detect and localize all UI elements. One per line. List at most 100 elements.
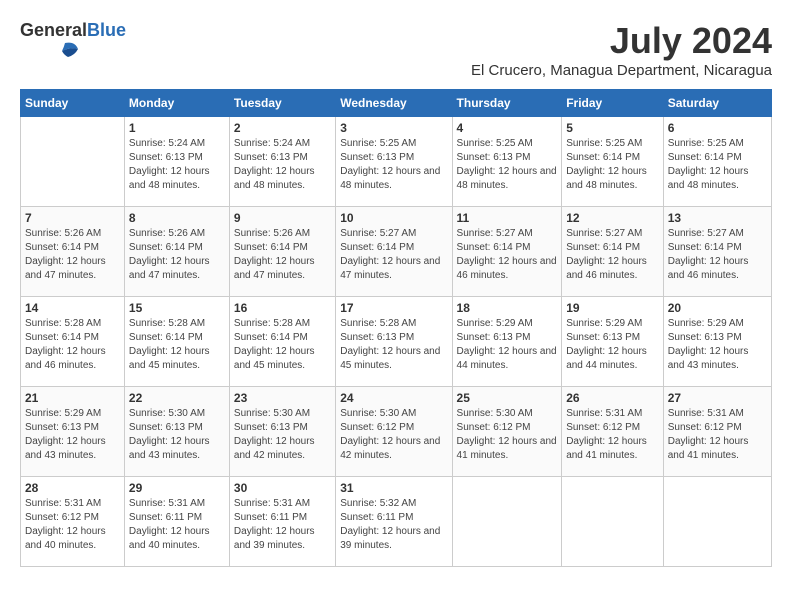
calendar-cell: 24 Sunrise: 5:30 AMSunset: 6:12 PMDayligh…: [336, 387, 452, 477]
calendar-cell: 11 Sunrise: 5:27 AMSunset: 6:14 PMDayligh…: [452, 207, 562, 297]
calendar-cell: 31Sunrise: 5:32 AMSunset: 6:11 PMDayligh…: [336, 477, 452, 567]
cell-content: Sunrise: 5:27 AMSunset: 6:14 PMDaylight:…: [668, 227, 767, 283]
cell-content: Sunrise: 5:31 AMSunset: 6:12 PMDaylight:…: [566, 407, 659, 463]
day-number: 20: [668, 301, 767, 315]
cell-content: Sunrise: 5:25 AMSunset: 6:13 PMDaylight:…: [340, 137, 447, 193]
day-number: 29: [129, 481, 225, 495]
weekday-header-row: SundayMondayTuesdayWednesdayThursdayFrid…: [21, 90, 772, 117]
cell-content: Sunrise: 5:31 AMSunset: 6:12 PMDaylight:…: [25, 497, 120, 553]
day-number: 15: [129, 301, 225, 315]
calendar-cell: 13 Sunrise: 5:27 AMSunset: 6:14 PMDayligh…: [663, 207, 771, 297]
calendar-week-row: 21 Sunrise: 5:29 AMSunset: 6:13 PMDayligh…: [21, 387, 772, 477]
day-number: 28: [25, 481, 120, 495]
day-number: 22: [129, 391, 225, 405]
cell-content: Sunrise: 5:30 AMSunset: 6:12 PMDaylight:…: [457, 407, 558, 463]
calendar-cell: 1Sunrise: 5:24 AMSunset: 6:13 PMDaylight…: [124, 117, 229, 207]
header: GeneralBlue July 2024 El Crucero, Managu…: [20, 20, 772, 79]
calendar-cell: 10 Sunrise: 5:27 AMSunset: 6:14 PMDayligh…: [336, 207, 452, 297]
day-number: 11: [457, 211, 558, 225]
cell-content: Sunrise: 5:24 AMSunset: 6:13 PMDaylight:…: [234, 137, 331, 193]
calendar-cell: 16 Sunrise: 5:28 AMSunset: 6:14 PMDayligh…: [229, 297, 335, 387]
location-subtitle: El Crucero, Managua Department, Nicaragu…: [471, 62, 772, 79]
calendar-cell: 28 Sunrise: 5:31 AMSunset: 6:12 PMDayligh…: [21, 477, 125, 567]
calendar-cell: 27Sunrise: 5:31 AMSunset: 6:12 PMDayligh…: [663, 387, 771, 477]
title-section: July 2024 El Crucero, Managua Department…: [471, 20, 772, 79]
calendar-cell: 2Sunrise: 5:24 AMSunset: 6:13 PMDaylight…: [229, 117, 335, 207]
cell-content: Sunrise: 5:27 AMSunset: 6:14 PMDaylight:…: [340, 227, 447, 283]
cell-content: Sunrise: 5:26 AMSunset: 6:14 PMDaylight:…: [25, 227, 120, 283]
cell-content: Sunrise: 5:25 AMSunset: 6:14 PMDaylight:…: [668, 137, 767, 193]
day-number: 4: [457, 121, 558, 135]
day-number: 16: [234, 301, 331, 315]
calendar-cell: 20 Sunrise: 5:29 AMSunset: 6:13 PMDayligh…: [663, 297, 771, 387]
day-number: 6: [668, 121, 767, 135]
day-number: 24: [340, 391, 447, 405]
cell-content: Sunrise: 5:26 AMSunset: 6:14 PMDaylight:…: [129, 227, 225, 283]
calendar-cell: [452, 477, 562, 567]
weekday-header-monday: Monday: [124, 90, 229, 117]
day-number: 7: [25, 211, 120, 225]
cell-content: Sunrise: 5:31 AMSunset: 6:11 PMDaylight:…: [234, 497, 331, 553]
calendar-week-row: 7 Sunrise: 5:26 AMSunset: 6:14 PMDaylight…: [21, 207, 772, 297]
calendar-cell: [562, 477, 664, 567]
cell-content: Sunrise: 5:25 AMSunset: 6:14 PMDaylight:…: [566, 137, 659, 193]
cell-content: Sunrise: 5:27 AMSunset: 6:14 PMDaylight:…: [457, 227, 558, 283]
cell-content: Sunrise: 5:29 AMSunset: 6:13 PMDaylight:…: [566, 317, 659, 373]
cell-content: Sunrise: 5:31 AMSunset: 6:11 PMDaylight:…: [129, 497, 225, 553]
cell-content: Sunrise: 5:32 AMSunset: 6:11 PMDaylight:…: [340, 497, 447, 553]
calendar-cell: 12 Sunrise: 5:27 AMSunset: 6:14 PMDayligh…: [562, 207, 664, 297]
cell-content: Sunrise: 5:29 AMSunset: 6:13 PMDaylight:…: [668, 317, 767, 373]
cell-content: Sunrise: 5:29 AMSunset: 6:13 PMDaylight:…: [25, 407, 120, 463]
day-number: 13: [668, 211, 767, 225]
calendar-week-row: 28 Sunrise: 5:31 AMSunset: 6:12 PMDayligh…: [21, 477, 772, 567]
calendar-cell: 17 Sunrise: 5:28 AMSunset: 6:13 PMDayligh…: [336, 297, 452, 387]
weekday-header-thursday: Thursday: [452, 90, 562, 117]
calendar-cell: 23Sunrise: 5:30 AMSunset: 6:13 PMDayligh…: [229, 387, 335, 477]
logo-general: General: [20, 20, 87, 40]
cell-content: Sunrise: 5:30 AMSunset: 6:13 PMDaylight:…: [234, 407, 331, 463]
weekday-header-saturday: Saturday: [663, 90, 771, 117]
day-number: 9: [234, 211, 331, 225]
calendar-cell: 4 Sunrise: 5:25 AMSunset: 6:13 PMDaylight…: [452, 117, 562, 207]
day-number: 1: [129, 121, 225, 135]
cell-content: Sunrise: 5:25 AMSunset: 6:13 PMDaylight:…: [457, 137, 558, 193]
logo-blue: Blue: [87, 20, 126, 40]
weekday-header-sunday: Sunday: [21, 90, 125, 117]
calendar-cell: 21 Sunrise: 5:29 AMSunset: 6:13 PMDayligh…: [21, 387, 125, 477]
calendar-week-row: 14 Sunrise: 5:28 AMSunset: 6:14 PMDayligh…: [21, 297, 772, 387]
calendar-cell: [663, 477, 771, 567]
cell-content: Sunrise: 5:31 AMSunset: 6:12 PMDaylight:…: [668, 407, 767, 463]
day-number: 19: [566, 301, 659, 315]
cell-content: Sunrise: 5:28 AMSunset: 6:13 PMDaylight:…: [340, 317, 447, 373]
day-number: 18: [457, 301, 558, 315]
day-number: 3: [340, 121, 447, 135]
weekday-header-friday: Friday: [562, 90, 664, 117]
day-number: 10: [340, 211, 447, 225]
calendar-cell: 19 Sunrise: 5:29 AMSunset: 6:13 PMDayligh…: [562, 297, 664, 387]
cell-content: Sunrise: 5:28 AMSunset: 6:14 PMDaylight:…: [25, 317, 120, 373]
logo: GeneralBlue: [20, 20, 126, 64]
weekday-header-wednesday: Wednesday: [336, 90, 452, 117]
day-number: 17: [340, 301, 447, 315]
calendar-week-row: 1 Sunrise: 5:24 AMSunset: 6:13 PMDaylight…: [21, 117, 772, 207]
calendar-cell: 3 Sunrise: 5:25 AMSunset: 6:13 PMDaylight…: [336, 117, 452, 207]
cell-content: Sunrise: 5:30 AMSunset: 6:12 PMDaylight:…: [340, 407, 447, 463]
day-number: 25: [457, 391, 558, 405]
calendar-cell: 8 Sunrise: 5:26 AMSunset: 6:14 PMDaylight…: [124, 207, 229, 297]
calendar-cell: 18 Sunrise: 5:29 AMSunset: 6:13 PMDayligh…: [452, 297, 562, 387]
day-number: 12: [566, 211, 659, 225]
logo-icon: [20, 41, 80, 59]
calendar-cell: 22 Sunrise: 5:30 AMSunset: 6:13 PMDayligh…: [124, 387, 229, 477]
cell-content: Sunrise: 5:30 AMSunset: 6:13 PMDaylight:…: [129, 407, 225, 463]
day-number: 8: [129, 211, 225, 225]
calendar-cell: 29 Sunrise: 5:31 AMSunset: 6:11 PMDayligh…: [124, 477, 229, 567]
month-year-title: July 2024: [471, 20, 772, 62]
calendar-cell: 6 Sunrise: 5:25 AMSunset: 6:14 PMDaylight…: [663, 117, 771, 207]
day-number: 14: [25, 301, 120, 315]
cell-content: Sunrise: 5:28 AMSunset: 6:14 PMDaylight:…: [234, 317, 331, 373]
cell-content: Sunrise: 5:27 AMSunset: 6:14 PMDaylight:…: [566, 227, 659, 283]
day-number: 21: [25, 391, 120, 405]
calendar-cell: 9Sunrise: 5:26 AMSunset: 6:14 PMDaylight…: [229, 207, 335, 297]
cell-content: Sunrise: 5:29 AMSunset: 6:13 PMDaylight:…: [457, 317, 558, 373]
calendar-cell: [21, 117, 125, 207]
